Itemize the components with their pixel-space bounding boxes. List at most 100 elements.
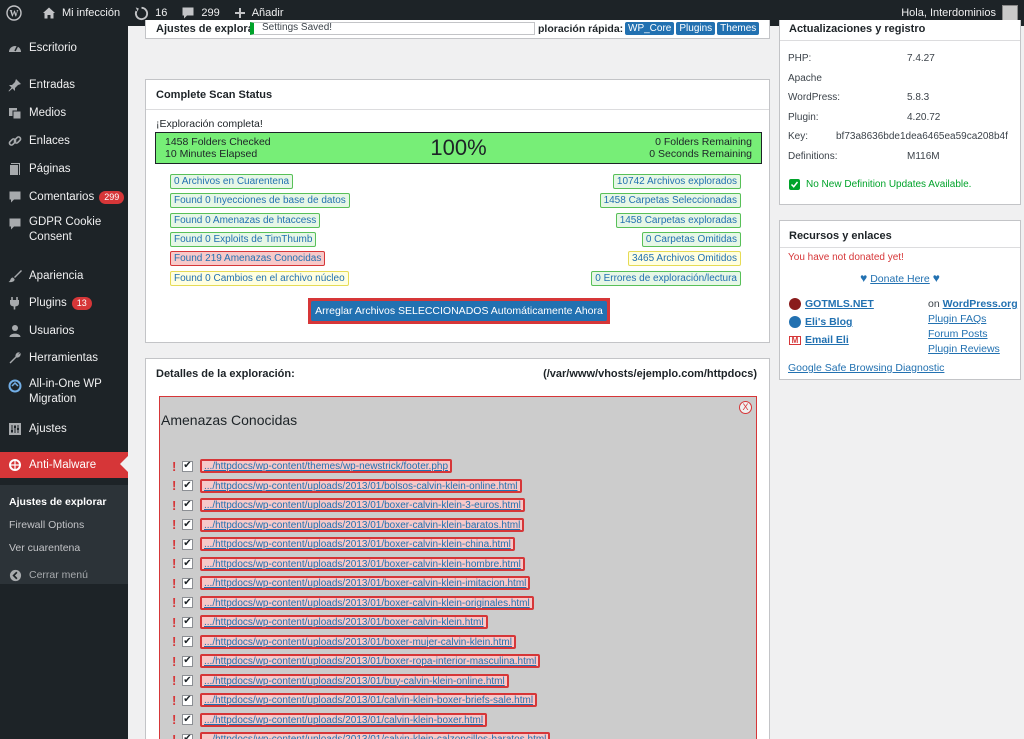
threat-checkbox[interactable]: ✔ <box>182 694 193 706</box>
threat-checkbox[interactable]: ✔ <box>182 597 193 608</box>
sidebar-item-entradas[interactable]: Entradas <box>0 77 128 93</box>
gotmls-link[interactable]: GOTMLS.NET <box>789 298 874 310</box>
threat-checkbox[interactable]: ✔ <box>182 616 193 628</box>
threat-file-link[interactable]: .../httpdocs/wp-content/uploads/2013/01/… <box>200 537 515 551</box>
updates-title: Actualizaciones y registro <box>789 23 926 35</box>
folders-skipped-chip[interactable]: 0 Carpetas Omitidas <box>641 232 741 247</box>
sidebar-item-paginas[interactable]: Páginas <box>0 161 128 177</box>
threat-checkbox[interactable]: ✔ <box>182 675 193 686</box>
link-icon <box>7 133 23 149</box>
collapse-menu-button[interactable]: Cerrar menú <box>0 567 128 583</box>
sidebar-item-enlaces[interactable]: Enlaces <box>0 133 128 149</box>
files-skipped-chip[interactable]: 3465 Archivos Omitidos <box>627 251 741 266</box>
threat-file-link[interactable]: .../httpdocs/wp-content/uploads/2013/01/… <box>200 595 534 610</box>
threat-file-link[interactable]: .../httpdocs/wp-content/uploads/2013/01/… <box>200 576 531 590</box>
threat-file-link[interactable]: .../httpdocs/wp-content/uploads/2013/01/… <box>200 634 516 649</box>
sidebar-item-anti-malware[interactable]: Anti-Malware <box>0 452 128 478</box>
blog-icon <box>789 316 801 328</box>
quick-scan-wp-core-button[interactable]: WP_Core <box>625 22 675 35</box>
quick-scan-plugins-button[interactable]: Plugins <box>676 22 716 35</box>
folders-scanned-chip[interactable]: 1458 Carpetas exploradas <box>615 213 741 228</box>
wordpress-logo-icon[interactable]: W <box>0 0 35 26</box>
email-eli-link[interactable]: M Email Eli <box>789 334 849 346</box>
known-threats-chip[interactable]: Found 219 Amenazas Conocidas <box>170 251 326 266</box>
close-threats-box-button[interactable]: X <box>739 401 752 414</box>
threat-checkbox[interactable]: ✔ <box>182 733 193 739</box>
scan-details-panel: Detalles de la exploración: (/var/www/vh… <box>145 358 770 739</box>
sidebar-item-escritorio[interactable]: Escritorio <box>0 40 128 56</box>
update-row-value: bf73a8636bde1dea6465ea59ca208b4f <box>836 131 1008 142</box>
sidebar-item-gdpr-cookie-consent[interactable]: GDPR Cookie Consent <box>0 216 128 245</box>
seconds-remaining: 0 Seconds Remaining <box>649 148 752 160</box>
threat-file-link[interactable]: .../httpdocs/wp-content/uploads/2013/01/… <box>200 693 538 707</box>
updates-panel: Actualizaciones y registro PHP: 7.4.27 Apa… <box>779 20 1021 205</box>
site-name-link[interactable]: Mi infección <box>35 0 127 26</box>
threat-row: ! ✔ .../httpdocs/wp-content/uploads/2013/0… <box>172 673 509 689</box>
threat-file-link[interactable]: .../httpdocs/wp-content/uploads/2013/01/… <box>200 712 488 727</box>
threat-file-link[interactable]: .../httpdocs/wp-content/uploads/2013/01/… <box>200 556 525 571</box>
threat-checkbox[interactable]: ✔ <box>182 558 193 569</box>
gmail-icon: M <box>789 335 801 345</box>
sidebar-item-usuarios[interactable]: Usuarios <box>0 323 128 339</box>
elis-blog-link[interactable]: Eli's Blog <box>789 316 852 328</box>
threat-checkbox[interactable]: ✔ <box>182 519 193 530</box>
threat-file-link[interactable]: .../httpdocs/wp-content/uploads/2013/01/… <box>200 732 551 739</box>
admin-sidebar: Escritorio Entradas Medios Enlaces Págin… <box>0 26 128 739</box>
submenu-firewall-options[interactable]: Firewall Options <box>9 519 84 531</box>
quick-scan-themes-button[interactable]: Themes <box>717 22 760 35</box>
threat-file-link[interactable]: .../httpdocs/wp-content/uploads/2013/01/… <box>200 615 488 629</box>
safe-browsing-link[interactable]: Google Safe Browsing Diagnostic <box>788 362 944 374</box>
cookie-icon <box>7 216 23 232</box>
alert-icon: ! <box>172 634 177 649</box>
threat-checkbox[interactable]: ✔ <box>182 636 193 647</box>
threat-file-link[interactable]: .../httpdocs/wp-content/themes/wp-newstr… <box>200 459 453 473</box>
plugin-reviews-link[interactable]: Plugin Reviews <box>928 343 1000 355</box>
db-injections-chip[interactable]: Found 0 Inyecciones de base de datos <box>170 193 350 208</box>
threat-row: ! ✔ .../httpdocs/wp-content/uploads/2013/0… <box>172 712 488 728</box>
threat-checkbox[interactable]: ✔ <box>182 714 193 725</box>
fix-selected-files-button[interactable]: Arreglar Archivos SELECCIONADOS Automáti… <box>311 301 607 321</box>
timthumb-exploits-chip[interactable]: Found 0 Exploits de TimThumb <box>170 232 317 247</box>
htaccess-threats-chip[interactable]: Found 0 Amenazas de htaccess <box>170 213 321 228</box>
threat-checkbox[interactable]: ✔ <box>182 460 193 472</box>
plus-icon <box>234 8 245 18</box>
definition-status: No New Definition Updates Available. <box>789 179 971 190</box>
update-row-key: Definitions: <box>788 151 838 162</box>
forum-posts-link[interactable]: Forum Posts <box>928 328 988 340</box>
threat-file-link[interactable]: .../httpdocs/wp-content/uploads/2013/01/… <box>200 673 509 688</box>
threat-checkbox[interactable]: ✔ <box>182 655 193 667</box>
sidebar-item-plugins[interactable]: Plugins 13 <box>0 295 128 311</box>
sidebar-item-herramientas[interactable]: Herramientas <box>0 350 128 366</box>
submenu-ver-cuarentena[interactable]: Ver cuarentena <box>9 542 80 554</box>
threat-checkbox[interactable]: ✔ <box>182 538 193 550</box>
pin-icon <box>7 77 23 93</box>
threat-checkbox[interactable]: ✔ <box>182 480 193 491</box>
updates-count: 16 <box>155 7 168 19</box>
donate-link[interactable]: ♥ Donate Here ♥ <box>780 271 1020 285</box>
threat-checkbox[interactable]: ✔ <box>182 577 193 589</box>
sidebar-item-apariencia[interactable]: Apariencia <box>0 268 128 284</box>
scan-path: (/var/www/vhosts/ejemplo.com/httpdocs) <box>543 368 757 380</box>
scan-progress-bar: 1458 Folders Checked 10 Minutes Elapsed … <box>155 132 762 164</box>
files-scanned-chip[interactable]: 10742 Archivos explorados <box>612 174 741 189</box>
sidebar-item-all-in-one-wp-migration[interactable]: All-in-One WP Migration <box>0 378 128 407</box>
sidebar-item-medios[interactable]: Medios <box>0 105 128 121</box>
migration-icon <box>7 378 23 394</box>
core-changes-chip[interactable]: Found 0 Cambios en el archivo núcleo <box>170 271 349 286</box>
folders-selected-chip[interactable]: 1458 Carpetas Seleccionadas <box>599 193 741 208</box>
folders-remaining: 0 Folders Remaining <box>655 136 752 148</box>
submenu-ajustes-de-explorar[interactable]: Ajustes de explorar <box>9 496 106 508</box>
threat-file-link[interactable]: .../httpdocs/wp-content/uploads/2013/01/… <box>200 654 541 668</box>
threat-file-link[interactable]: .../httpdocs/wp-content/uploads/2013/01/… <box>200 517 525 532</box>
scan-errors-chip[interactable]: 0 Errores de exploración/lectura <box>591 271 741 286</box>
threat-checkbox[interactable]: ✔ <box>182 499 193 511</box>
sidebar-item-ajustes[interactable]: Ajustes <box>0 421 128 437</box>
sidebar-item-comentarios[interactable]: Comentarios 299 <box>0 189 128 205</box>
threat-file-link[interactable]: .../httpdocs/wp-content/uploads/2013/01/… <box>200 478 522 493</box>
threat-file-link[interactable]: .../httpdocs/wp-content/uploads/2013/01/… <box>200 498 525 512</box>
plugin-faqs-link[interactable]: Plugin FAQs <box>928 313 986 325</box>
wordpress-org-link[interactable]: WordPress.org <box>943 298 1018 310</box>
alert-icon: ! <box>172 458 177 474</box>
update-row-value: 4.20.72 <box>907 112 941 123</box>
quarantine-files-chip[interactable]: 0 Archivos en Cuarentena <box>170 174 294 189</box>
